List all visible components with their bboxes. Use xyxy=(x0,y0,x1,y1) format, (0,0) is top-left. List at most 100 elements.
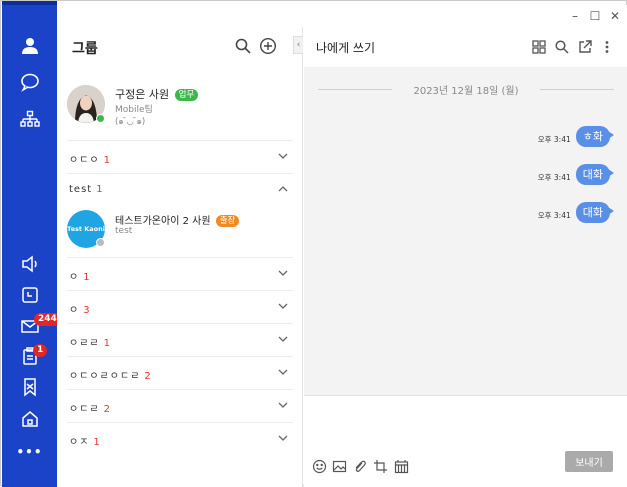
chat-header: 나에게 쓰기 xyxy=(304,27,627,67)
group-count: 1 xyxy=(96,184,103,195)
person-icon xyxy=(21,38,38,54)
rail-top-strip xyxy=(2,1,57,5)
group-count: 1 xyxy=(93,437,100,448)
chevron-down-icon xyxy=(278,153,288,159)
group-row[interactable]: ㅇ3 xyxy=(67,290,293,323)
org-chart-icon xyxy=(19,110,40,127)
emoji-icon[interactable] xyxy=(312,459,327,474)
send-button[interactable]: 보내기 xyxy=(565,451,613,472)
status-tag: 출장 xyxy=(215,215,240,227)
approval-badge: 1 xyxy=(33,344,48,357)
group-row[interactable]: ㅇㄹㄹ 1 xyxy=(67,323,293,356)
nav-calendar[interactable] xyxy=(2,280,57,310)
presence-online-dot xyxy=(96,114,105,123)
bookmark-icon xyxy=(23,378,36,397)
message[interactable]: 오후 3:41 대화 xyxy=(538,163,615,185)
chevron-down-icon xyxy=(278,270,288,276)
title-bar: – ☐ ✕ xyxy=(57,5,627,27)
group-name: ㅇㄷㄹ 2 xyxy=(69,404,110,415)
minimize-button[interactable]: – xyxy=(567,8,583,24)
group-count: 1 xyxy=(103,155,110,166)
message[interactable]: 오후 3:41 ㅎ화 xyxy=(537,125,615,147)
chat-panel: 나에게 쓰기 2023년 12월 18일 (월) 오후 3:41 ㅎ화 오후 3… xyxy=(304,27,627,487)
group-row[interactable]: ㅇㄷㅇㄹㅇㄷㄹ 2 xyxy=(67,356,293,389)
group-row[interactable]: ㅇㄷㅇ 1 xyxy=(67,140,293,173)
search-icon[interactable] xyxy=(234,37,252,55)
add-circle-icon[interactable] xyxy=(259,37,277,55)
chevron-down-icon xyxy=(278,435,288,441)
group-name: ㅇㅈ 1 xyxy=(69,437,100,448)
grid-icon[interactable] xyxy=(531,39,547,55)
crop-icon[interactable] xyxy=(373,459,388,474)
group-name: ㅇㄹㄹ 1 xyxy=(69,338,110,349)
member-rank: 사원 xyxy=(192,216,211,227)
chat-bubble-icon xyxy=(20,73,39,92)
nav-org[interactable] xyxy=(2,105,57,135)
collapse-panel-button[interactable]: ‹ xyxy=(293,36,303,54)
group-row[interactable]: ㅇㅈ 1 xyxy=(67,422,293,455)
search-icon[interactable] xyxy=(554,39,570,55)
member-subtitle: test xyxy=(115,226,133,236)
date-label: 2023년 12월 18일 (월) xyxy=(413,86,519,97)
message-time: 오후 3:41 xyxy=(537,211,571,220)
chevron-down-icon xyxy=(278,369,288,375)
my-status-message: (๑ ̄◡ ̄๑) xyxy=(115,117,146,127)
message-bubble: 대화 xyxy=(575,164,615,185)
group-count: 3 xyxy=(83,305,90,316)
presence-offline-dot xyxy=(96,238,105,247)
left-nav-rail: 244 1 ••• xyxy=(2,1,61,487)
message-composer[interactable]: 보내기 xyxy=(304,395,627,487)
message-bubble: 대화 xyxy=(575,202,615,223)
chevron-up-icon xyxy=(278,186,288,192)
nav-approval[interactable]: 1 xyxy=(2,341,57,371)
group-name: ㅇ1 xyxy=(69,272,90,283)
member-name-line: 테스트가온아이 2 사원 출장 xyxy=(115,212,240,227)
image-icon[interactable] xyxy=(332,459,347,474)
group-count: 1 xyxy=(83,272,90,283)
group-count: 2 xyxy=(103,404,110,415)
popout-icon[interactable] xyxy=(577,39,593,55)
maximize-button[interactable]: ☐ xyxy=(587,8,603,24)
group-name: ㅇㄷㅇㄹㅇㄷㄹ 2 xyxy=(69,371,151,382)
chevron-down-icon xyxy=(278,402,288,408)
my-name-line: 구정은 사원 업무 xyxy=(115,86,199,102)
chat-title: 나에게 쓰기 xyxy=(316,41,376,55)
speaker-icon xyxy=(21,255,37,273)
more-vertical-icon[interactable] xyxy=(599,39,615,55)
nav-bookmark[interactable] xyxy=(2,372,57,402)
nav-home[interactable] xyxy=(2,404,57,434)
message[interactable]: 오후 3:41 대화 xyxy=(537,201,615,223)
group-panel: 그룹 ‹ 구정은 사원 업무 Mobile팀 (๑ ̄◡ ̄๑) ㅇㄷㅇ 1 t… xyxy=(57,27,303,487)
more-icon: ••• xyxy=(16,445,43,459)
home-icon xyxy=(21,411,38,427)
status-tag: 업무 xyxy=(174,89,199,101)
group-row[interactable]: ㅇㄷㄹ 2 xyxy=(67,389,293,422)
date-divider: 2023년 12월 18일 (월) xyxy=(318,86,614,97)
chevron-down-icon xyxy=(278,336,288,342)
group-count: 1 xyxy=(103,338,110,349)
nav-chat[interactable] xyxy=(2,67,57,97)
my-name: 구정은 xyxy=(115,88,146,101)
group-name: ㅇ3 xyxy=(69,305,90,316)
chevron-down-icon xyxy=(278,303,288,309)
nav-notice[interactable] xyxy=(2,249,57,279)
group-row[interactable]: test 1 xyxy=(67,173,293,206)
calendar-grid-icon[interactable] xyxy=(394,459,409,474)
message-time: 오후 3:41 xyxy=(537,135,571,144)
my-profile-card[interactable]: 구정은 사원 업무 Mobile팀 (๑ ̄◡ ̄๑) xyxy=(67,85,293,137)
group-name: test 1 xyxy=(69,184,103,195)
panel-title: 그룹 xyxy=(72,41,98,57)
my-rank: 사원 xyxy=(148,88,170,101)
nav-more[interactable]: ••• xyxy=(2,437,57,467)
member-card[interactable]: Test Kaoni 테스트가온아이 2 사원 출장 test xyxy=(67,210,293,258)
group-row[interactable]: ㅇ1 xyxy=(67,257,293,290)
close-button[interactable]: ✕ xyxy=(607,8,623,24)
message-bubble: ㅎ화 xyxy=(575,126,615,147)
messenger-window: 244 1 ••• – ☐ ✕ 그룹 ‹ 구정은 사원 업무 Mobile팀 (… xyxy=(0,0,627,487)
group-name: ㅇㄷㅇ 1 xyxy=(69,155,110,166)
nav-person[interactable] xyxy=(2,31,57,61)
attachment-icon[interactable] xyxy=(352,459,367,474)
group-count: 2 xyxy=(144,371,151,382)
calendar-icon xyxy=(21,287,38,303)
nav-mail[interactable]: 244 xyxy=(2,311,61,341)
